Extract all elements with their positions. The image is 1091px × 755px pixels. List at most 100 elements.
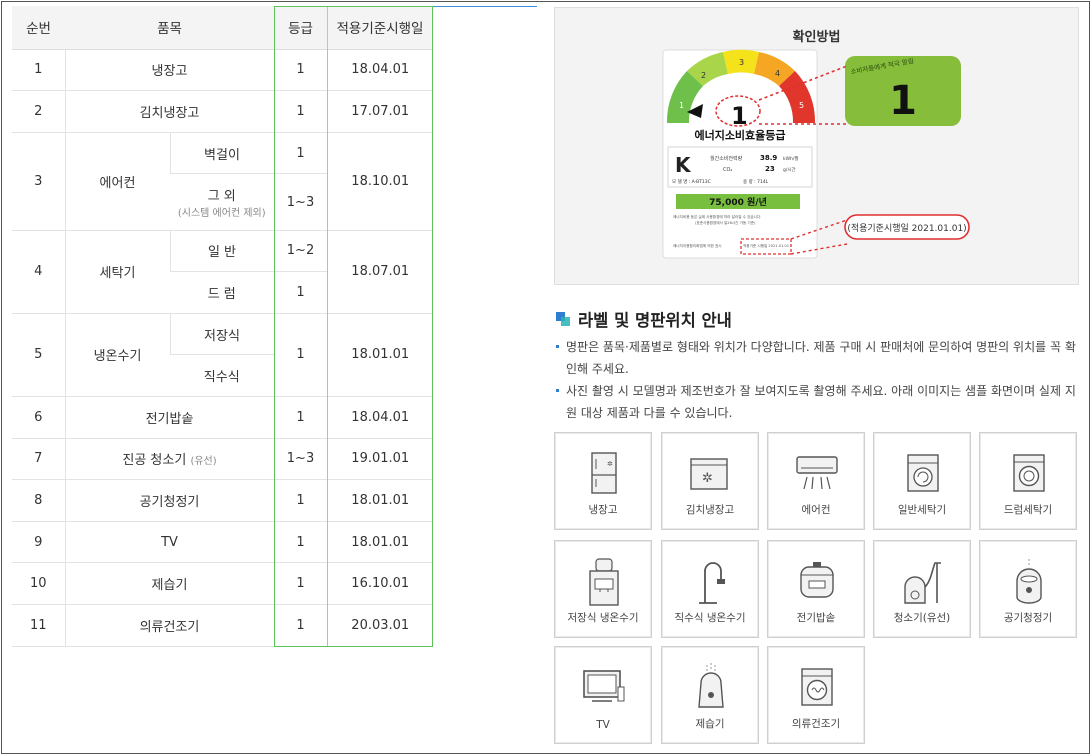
row-item-label: 진공 청소기 [122, 453, 187, 469]
row-grade: 1 [273, 479, 327, 522]
co2-value: 23 [765, 165, 775, 173]
table-row: 5 냉온수기 저장식 1 18.01.01 [12, 313, 433, 398]
row-item: 냉장고 [64, 49, 274, 92]
row-subitem-label: 그 외 [207, 189, 236, 205]
card-air-conditioner[interactable]: 에어컨 [767, 432, 865, 530]
row-grade: 1~2 [273, 230, 327, 273]
row-no: 6 [12, 396, 65, 439]
top-load-washer-icon [907, 454, 939, 492]
row-item: TV [64, 521, 274, 564]
air-conditioner-icon [796, 456, 838, 490]
table-row: 2 김치냉장고 1 17.07.01 [12, 90, 433, 133]
clothes-dryer-icon [801, 668, 833, 706]
table-row: 7 진공 청소기 (유선) 1~3 19.01.01 [12, 438, 433, 481]
row-no: 1 [12, 49, 65, 92]
row-item-note: (유선) [190, 456, 217, 468]
card-label: 김치냉장고 [685, 504, 735, 516]
row-grade: 1 [273, 396, 327, 439]
label-footer: 에너지이용합리화법에 의한 표시 [673, 243, 722, 248]
kimchi-fridge-icon: ✲ [690, 458, 728, 490]
row-subitem: 일 반 [169, 230, 274, 273]
card-vacuum-cleaner[interactable]: 청소기(유선) [873, 540, 971, 638]
refrigerator-icon: ✲ [591, 452, 617, 494]
row-grade: 1 [273, 90, 327, 133]
col-header-no: 순번 [12, 6, 65, 50]
section-title: 라벨 및 명판위치 안내 [556, 307, 732, 331]
row-subitem: 드 럼 [170, 271, 274, 314]
card-air-purifier[interactable]: 공기청정기 [979, 540, 1077, 638]
co2-unit: g/시간 [783, 166, 796, 173]
table-row: 11 의류건조기 1 20.03.01 [12, 604, 433, 647]
row-item: 에어컨 [64, 132, 170, 231]
vacuum-cleaner-icon [904, 562, 941, 604]
gauge-number: 3 [739, 58, 744, 67]
gauge-number: 2 [701, 71, 706, 80]
table-row: 4 세탁기 일 반 1~2 18.07.01 [12, 230, 433, 314]
row-grade: 1 [273, 132, 327, 175]
card-tv[interactable]: TV [554, 646, 652, 744]
card-label: 일반세탁기 [897, 504, 947, 516]
row-item: 전기밥솥 [64, 396, 274, 439]
card-clothes-dryer[interactable]: 의류건조기 [767, 646, 865, 744]
date-callout-text: (적용기준시행일 2021.01.01) [847, 222, 966, 234]
card-direct-water-dispenser[interactable]: 직수식 냉온수기 [661, 540, 759, 638]
row-date: 18.01.01 [326, 479, 433, 522]
card-drum-washer[interactable]: 드럼세탁기 [979, 432, 1077, 530]
row-date: 17.07.01 [326, 90, 433, 133]
row-date: 18.07.01 [326, 230, 433, 314]
fine-print-1: 에너지비용 등은 실제 사용환경에 따라 달라질 수 있습니다. [673, 214, 762, 219]
row-grade: 1 [273, 313, 327, 398]
row-grade: 1 [273, 49, 327, 92]
row-item: 진공 청소기 (유선) [64, 438, 274, 481]
row-no: 9 [12, 521, 65, 564]
card-refrigerator[interactable]: ✲ 냉장고 [554, 432, 652, 530]
row-no: 11 [12, 604, 65, 647]
card-kimchi-fridge[interactable]: ✲ 김치냉장고 [661, 432, 759, 530]
row-subitem: 벽걸이 [169, 132, 274, 175]
co2-label: CO₂ [723, 167, 732, 173]
label-check-guide: 확인방법 1 2 3 4 5 1 에너지소비효율등급 K 월간소비전력량 38.… [554, 7, 1079, 285]
card-label: 공기청정기 [1003, 612, 1053, 624]
section-bullet-icon [556, 312, 570, 326]
row-grade: 1 [273, 562, 327, 606]
row-item: 의류건조기 [64, 604, 274, 647]
table-row: 3 에어컨 벽걸이 1 18.10.01 [12, 132, 433, 231]
row-grade: 1 [273, 604, 327, 647]
row-date: 18.10.01 [326, 132, 433, 231]
drum-washer-icon [1013, 454, 1045, 492]
kwh-label: 월간소비전력량 [710, 155, 743, 162]
rice-cooker-icon [800, 562, 834, 598]
tv-icon [583, 670, 625, 702]
row-subitem: 저장식 [169, 313, 274, 356]
label-heading: 에너지소비효율등급 [694, 128, 785, 142]
table-row: 8 공기청정기 1 18.01.01 [12, 479, 433, 522]
grade-table: 순번 품목 등급 적용기준시행일 1 냉장고 1 18.04.01 2 김치냉장… [12, 6, 433, 647]
card-label: 저장식 냉온수기 [567, 612, 639, 624]
note-item: 사진 촬영 시 모델명과 제조번호가 잘 보여지도록 촬영해 주세요. 아래 이… [556, 380, 1076, 424]
card-label: 제습기 [695, 718, 725, 730]
row-grade: 1~3 [273, 438, 327, 481]
kwh-value: 38.9 [760, 154, 777, 162]
annual-cost: 75,000 원/년 [709, 196, 767, 208]
row-date: 20.03.01 [326, 604, 433, 647]
row-grade: 1 [273, 521, 327, 564]
label-footer-date: 적용기준 시행일 2021.01.01 [743, 243, 789, 248]
row-no: 10 [12, 562, 65, 606]
card-top-load-washer[interactable]: 일반세탁기 [873, 432, 971, 530]
dehumidifier-icon [698, 663, 724, 708]
row-item: 제습기 [64, 562, 274, 606]
notes-list: 명판은 품목·제품별로 형태와 위치가 다양합니다. 제품 구매 시 판매처에 … [556, 336, 1076, 424]
gauge-number: 1 [679, 101, 684, 110]
magnified-grade-number: 1 [889, 78, 917, 124]
svg-text:✲: ✲ [702, 471, 713, 486]
card-label: 직수식 냉온수기 [674, 612, 746, 624]
card-storage-water-dispenser[interactable]: 저장식 냉온수기 [554, 540, 652, 638]
row-grade: 1~3 [273, 173, 327, 231]
card-dehumidifier[interactable]: 제습기 [661, 646, 759, 744]
row-item: 세탁기 [64, 230, 170, 314]
grade-table-wrap: 순번 품목 등급 적용기준시행일 1 냉장고 1 18.04.01 2 김치냉장… [12, 6, 433, 647]
table-row: 9 TV 1 18.01.01 [12, 521, 433, 564]
row-item: 김치냉장고 [64, 90, 274, 133]
row-date: 18.01.01 [326, 521, 433, 564]
card-rice-cooker[interactable]: 전기밥솥 [767, 540, 865, 638]
